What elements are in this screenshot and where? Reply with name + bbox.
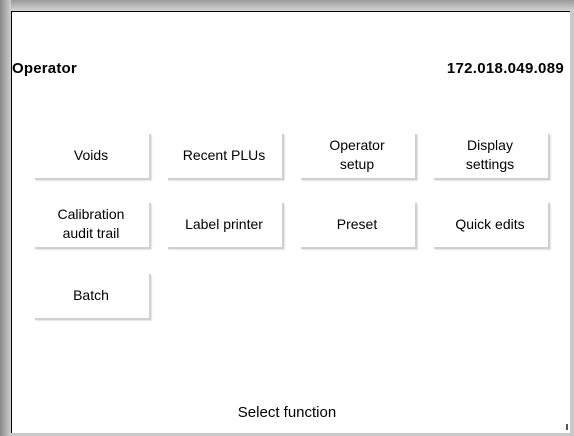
preset-button[interactable]: Preset	[299, 201, 415, 247]
label-printer-button[interactable]: Label printer	[166, 201, 282, 247]
batch-button[interactable]: Batch	[33, 272, 149, 318]
corner-marker	[566, 424, 568, 430]
status-message: Select function	[237, 404, 337, 421]
recent-plus-button[interactable]: Recent PLUs	[166, 132, 282, 178]
window-frame-top	[0, 0, 574, 11]
window-frame-left	[0, 0, 11, 436]
window-frame-right	[570, 11, 574, 436]
page-title: Operator	[12, 60, 77, 77]
voids-button[interactable]: Voids	[33, 132, 149, 178]
display-settings-button[interactable]: Display settings	[432, 132, 548, 178]
terminal-screen: Operator 172.018.049.089 Voids Recent PL…	[0, 0, 574, 436]
calibration-audit-trail-button[interactable]: Calibration audit trail	[33, 201, 149, 247]
quick-edits-button[interactable]: Quick edits	[432, 201, 548, 247]
operator-setup-button[interactable]: Operator setup	[299, 132, 415, 178]
ip-address: 172.018.049.089	[446, 60, 564, 77]
